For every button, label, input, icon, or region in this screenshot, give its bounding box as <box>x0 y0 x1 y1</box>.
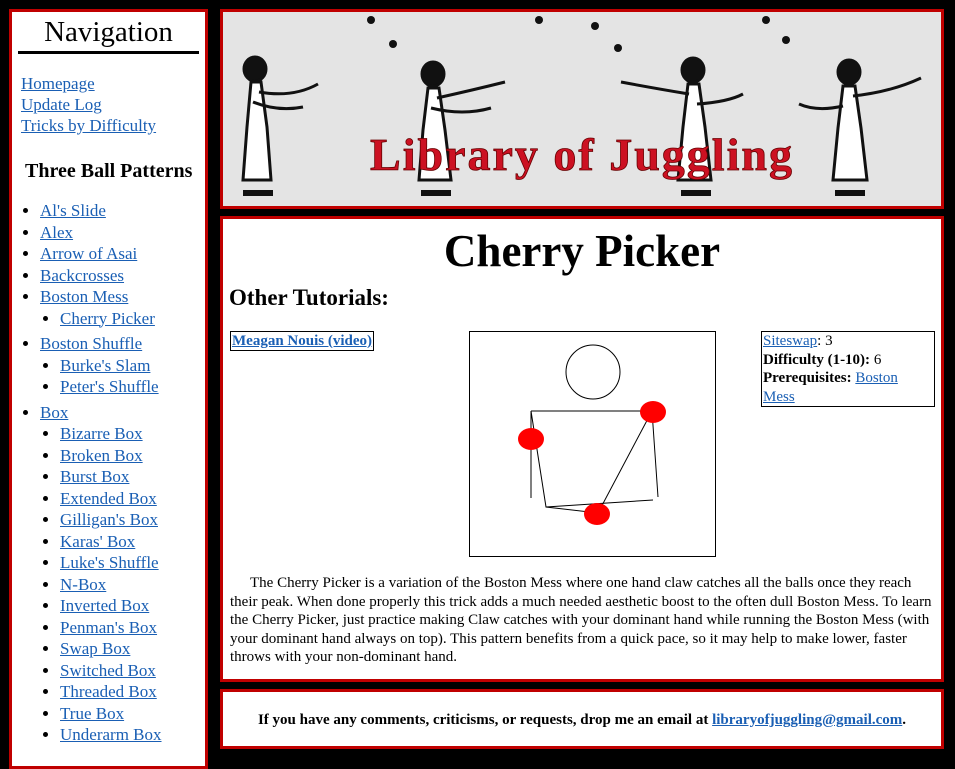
banner-title: Library of Juggling <box>370 129 794 180</box>
pattern-link[interactable]: Boston Shuffle <box>40 334 142 353</box>
prerequisites-row: Prerequisites: Boston Mess <box>763 369 933 406</box>
sub-pattern-link[interactable]: Burst Box <box>60 467 129 486</box>
sub-pattern-item: Threaded Box <box>60 681 205 703</box>
sub-pattern-item: Swap Box <box>60 638 205 660</box>
sub-pattern-link[interactable]: Switched Box <box>60 661 156 680</box>
update-log-link[interactable]: Update Log <box>21 94 205 115</box>
navigation-sidebar: Navigation Homepage Update Log Tricks by… <box>9 9 208 769</box>
sub-pattern-link[interactable]: Underarm Box <box>60 725 162 744</box>
tricks-by-difficulty-link[interactable]: Tricks by Difficulty <box>21 115 205 136</box>
sub-pattern-item: Underarm Box <box>60 724 205 746</box>
sub-pattern-item: Luke's Shuffle <box>60 552 205 574</box>
sub-pattern-item: Broken Box <box>60 445 205 467</box>
difficulty-row: Difficulty (1-10): 6 <box>763 351 933 370</box>
pattern-item: Boston Mess Cherry Picker <box>40 286 205 329</box>
footer-message: If you have any comments, criticisms, or… <box>257 712 709 728</box>
sub-pattern-item: Karas' Box <box>60 531 205 553</box>
pattern-list: Al's SlideAlexArrow of AsaiBackcrossesBo… <box>12 200 205 746</box>
pattern-item: Arrow of Asai <box>40 243 205 265</box>
pattern-link[interactable]: Backcrosses <box>40 266 124 285</box>
sub-pattern-link[interactable]: Swap Box <box>60 639 130 658</box>
nav-links: Homepage Update Log Tricks by Difficulty <box>21 73 205 136</box>
sub-pattern-item: Switched Box <box>60 660 205 682</box>
pattern-item: Backcrosses <box>40 265 205 287</box>
sub-pattern-link[interactable]: Karas' Box <box>60 532 135 551</box>
sub-pattern-link[interactable]: Peter's Shuffle <box>60 377 159 396</box>
sub-pattern-item: N-Box <box>60 574 205 596</box>
trick-description: The Cherry Picker is a variation of the … <box>230 575 932 665</box>
pattern-link[interactable]: Alex <box>40 223 73 242</box>
sub-pattern-link[interactable]: N-Box <box>60 575 106 594</box>
sub-pattern-item: Inverted Box <box>60 595 205 617</box>
sub-pattern-link[interactable]: Bizarre Box <box>60 424 143 443</box>
pattern-link[interactable]: Box <box>40 403 68 422</box>
email-link[interactable]: libraryofjuggling@gmail.com <box>712 712 902 728</box>
footer: If you have any comments, criticisms, or… <box>220 689 944 749</box>
difficulty-value: 6 <box>870 351 882 368</box>
other-tutorials-heading: Other Tutorials: <box>229 285 389 310</box>
sub-pattern-item: Penman's Box <box>60 617 205 639</box>
homepage-link[interactable]: Homepage <box>21 73 205 94</box>
pattern-item: Boston Shuffle Burke's Slam Peter's Shuffl… <box>40 333 205 398</box>
pattern-item: Al's Slide <box>40 200 205 222</box>
banner-illustration: Library of Juggling <box>223 12 941 206</box>
sub-pattern-item: Peter's Shuffle <box>60 376 205 398</box>
main-content: Cherry Picker Other Tutorials: Meagan No… <box>220 216 944 682</box>
sub-pattern-item: Bizarre Box <box>60 423 205 445</box>
sub-pattern-link[interactable]: Cherry Picker <box>60 309 155 328</box>
sub-pattern-list: Burke's Slam Peter's Shuffle <box>40 355 205 398</box>
pattern-link[interactable]: Arrow of Asai <box>40 244 137 263</box>
juggler-figure-icon <box>530 344 659 514</box>
sub-pattern-link[interactable]: True Box <box>60 704 124 723</box>
pattern-link[interactable]: Al's Slide <box>40 201 106 220</box>
sub-pattern-link[interactable]: Penman's Box <box>60 618 157 637</box>
pattern-link[interactable]: Boston Mess <box>40 287 128 306</box>
pattern-item: Alex <box>40 222 205 244</box>
footer-text: If you have any comments, criticisms, or… <box>223 712 941 729</box>
page-title: Cherry Picker <box>443 226 721 276</box>
sub-pattern-list: Cherry Picker <box>40 308 205 330</box>
sub-pattern-item: Burke's Slam <box>60 355 205 377</box>
navigation-title: Navigation <box>18 16 199 54</box>
siteswap-row: Siteswap: 3 <box>763 332 933 351</box>
sub-pattern-item: Extended Box <box>60 488 205 510</box>
sub-pattern-link[interactable]: Broken Box <box>60 446 143 465</box>
sub-pattern-item: Cherry Picker <box>60 308 205 330</box>
siteswap-link[interactable]: Siteswap <box>763 333 817 349</box>
siteswap-value: : 3 <box>817 333 833 349</box>
sub-pattern-link[interactable]: Inverted Box <box>60 596 149 615</box>
sub-pattern-link[interactable]: Gilligan's Box <box>60 510 158 529</box>
sub-pattern-link[interactable]: Threaded Box <box>60 682 157 701</box>
sub-pattern-link[interactable]: Burke's Slam <box>60 356 150 375</box>
sub-pattern-item: Gilligan's Box <box>60 509 205 531</box>
sub-pattern-list: Bizarre Box Broken Box Burst Box Extended B… <box>40 423 205 746</box>
three-ball-patterns-heading: Three Ball Patterns <box>25 160 193 182</box>
sub-pattern-link[interactable]: Extended Box <box>60 489 157 508</box>
difficulty-label: Difficulty (1-10): <box>763 351 871 368</box>
tutorial-link-box: Meagan Nouis (video) <box>230 331 374 351</box>
sub-pattern-item: True Box <box>60 703 205 725</box>
prerequisites-label: Prerequisites: <box>763 370 852 386</box>
footer-period: . <box>902 712 907 728</box>
site-banner[interactable]: Library of Juggling <box>220 9 944 209</box>
sub-pattern-link[interactable]: Luke's Shuffle <box>60 553 159 572</box>
trick-info-box: Siteswap: 3 Difficulty (1-10): 6 Prerequ… <box>761 331 935 407</box>
tutorial-video-link[interactable]: Meagan Nouis (video) <box>232 333 372 349</box>
sub-pattern-item: Burst Box <box>60 466 205 488</box>
juggling-balls-icon <box>518 401 666 525</box>
juggling-animation <box>469 331 716 557</box>
pattern-item: Box Bizarre Box Broken Box Burst Box Extende… <box>40 402 205 746</box>
